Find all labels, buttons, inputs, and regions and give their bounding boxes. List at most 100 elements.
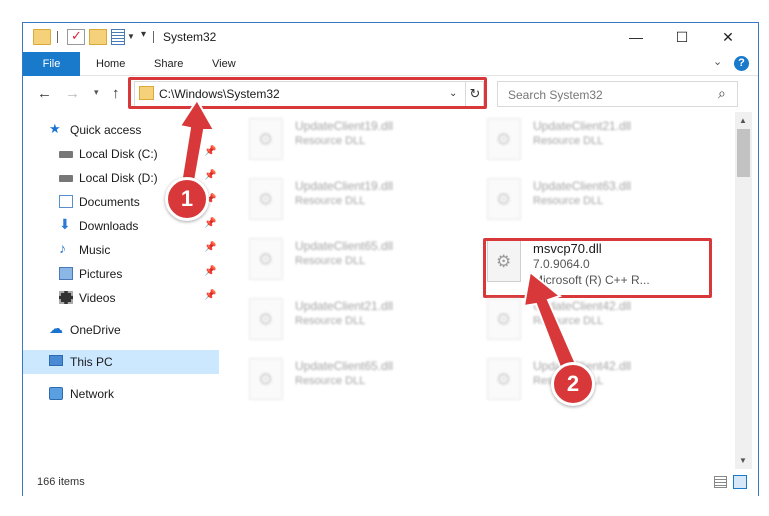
star-icon: ★: [49, 121, 61, 136]
item-count: 166 items: [37, 476, 85, 488]
sidebar-item-music[interactable]: ♪ Music 📌: [23, 238, 219, 262]
dll-file-icon: [249, 238, 283, 280]
sidebar-item-label: This PC: [70, 355, 113, 369]
customize-toolbar-icon[interactable]: [111, 29, 125, 45]
vertical-scrollbar[interactable]: ▲ ▼: [735, 112, 752, 469]
dll-file-icon: [487, 358, 521, 400]
separator: [153, 31, 154, 43]
expand-ribbon-icon[interactable]: ⌄: [713, 55, 722, 68]
disk-icon: [59, 151, 73, 158]
sidebar-item-local-disk-c[interactable]: Local Disk (C:) 📌: [23, 142, 219, 166]
sidebar-item-pictures[interactable]: Pictures 📌: [23, 262, 219, 286]
list-item[interactable]: UpdateClient42.dll Resource DLL: [487, 358, 707, 412]
file-name: UpdateClient65.dll: [295, 239, 394, 253]
up-arrow-icon[interactable]: ↑: [112, 85, 120, 102]
search-placeholder: Search System32: [508, 88, 603, 102]
details-view-icon[interactable]: [714, 476, 727, 488]
file-name: UpdateClient21.dll: [533, 119, 632, 133]
sidebar-item-label: Videos: [79, 291, 116, 305]
file-highlight-box: [483, 238, 712, 298]
file-name: UpdateClient19.dll: [295, 179, 394, 193]
dll-file-icon: [487, 298, 521, 340]
pin-icon[interactable]: 📌: [204, 242, 216, 253]
documents-icon: [59, 195, 73, 208]
list-item[interactable]: UpdateClient63.dll Resource DLL: [487, 178, 707, 232]
sidebar-item-label: Local Disk (D:): [79, 171, 158, 185]
scroll-down-icon[interactable]: ▼: [739, 456, 747, 465]
videos-icon: [59, 291, 73, 304]
forward-arrow-icon[interactable]: →: [65, 85, 80, 102]
back-arrow-icon[interactable]: ←: [37, 85, 52, 102]
file-name: UpdateClient65.dll: [295, 359, 394, 373]
address-highlight-box: [128, 77, 487, 109]
sidebar-item-videos[interactable]: Videos 📌: [23, 286, 219, 310]
file-type: Resource DLL: [533, 315, 604, 327]
tab-file[interactable]: File: [23, 52, 80, 76]
tab-share[interactable]: Share: [154, 52, 183, 76]
large-icons-view-icon[interactable]: [733, 475, 747, 489]
scrollbar-thumb[interactable]: [737, 129, 750, 177]
properties-check-icon[interactable]: [67, 28, 85, 45]
file-type: Resource DLL: [295, 195, 366, 207]
sidebar-item-network[interactable]: Network: [23, 382, 219, 406]
help-icon[interactable]: ?: [734, 56, 749, 71]
list-item[interactable]: UpdateClient21.dll Resource DLL: [249, 298, 469, 352]
sidebar-item-label: Music: [79, 243, 111, 257]
dll-file-icon: [487, 178, 521, 220]
tab-home[interactable]: Home: [96, 52, 125, 76]
file-name: UpdateClient42.dll: [533, 299, 632, 313]
network-icon: [49, 387, 63, 400]
list-item[interactable]: UpdateClient19.dll Resource DLL: [249, 178, 469, 232]
dll-file-icon: [249, 118, 283, 160]
status-bar: 166 items: [23, 469, 758, 496]
dll-file-icon: [487, 118, 521, 160]
tab-view[interactable]: View: [212, 52, 236, 76]
navigation-bar: ← → ▾ ↑ C:\Windows\System32 ⌄ ↻ Search S…: [23, 76, 758, 112]
sidebar-item-this-pc[interactable]: This PC: [23, 350, 219, 374]
pin-icon[interactable]: 📌: [204, 290, 216, 301]
sidebar-item-label: OneDrive: [70, 323, 121, 337]
chevron-down-icon[interactable]: ▼: [127, 32, 135, 41]
sidebar-item-quick-access[interactable]: ★ Quick access: [23, 118, 219, 142]
scroll-up-icon[interactable]: ▲: [739, 116, 747, 125]
sidebar-item-label: Downloads: [79, 219, 139, 233]
close-button[interactable]: ✕: [705, 23, 751, 52]
file-type: Resource DLL: [295, 135, 366, 147]
file-type: Resource DLL: [295, 375, 366, 387]
disk-icon: [59, 175, 73, 182]
file-type: Resource DLL: [533, 195, 604, 207]
title-bar: ▼ ▾ System32 — ☐ ✕: [23, 23, 758, 52]
quick-access-dropdown-icon[interactable]: ▾: [141, 29, 146, 40]
file-type: Resource DLL: [533, 135, 604, 147]
sidebar-item-onedrive[interactable]: ☁ OneDrive: [23, 318, 219, 342]
list-item[interactable]: UpdateClient65.dll Resource DLL: [249, 358, 469, 412]
list-item[interactable]: UpdateClient19.dll Resource DLL: [249, 118, 469, 172]
new-folder-icon[interactable]: [89, 29, 107, 45]
file-type: Resource DLL: [295, 255, 366, 267]
dll-file-icon: [249, 298, 283, 340]
file-list: UpdateClient19.dll Resource DLL UpdateCl…: [219, 112, 735, 469]
list-item[interactable]: UpdateClient42.dll Resource DLL: [487, 298, 707, 352]
download-icon: ⬇: [59, 216, 71, 232]
ribbon-tabs: File Home Share View ⌄ ?: [23, 52, 758, 76]
pin-icon[interactable]: 📌: [204, 146, 216, 157]
folder-icon[interactable]: [33, 29, 51, 45]
minimize-button[interactable]: —: [613, 23, 659, 52]
maximize-button[interactable]: ☐: [659, 23, 705, 52]
pin-icon[interactable]: 📌: [204, 218, 216, 229]
cloud-icon: ☁: [49, 320, 63, 336]
recent-locations-chevron-icon[interactable]: ▾: [94, 87, 99, 98]
separator: [57, 31, 58, 43]
search-input[interactable]: Search System32 ⌕: [497, 81, 738, 107]
file-type: Resource DLL: [295, 315, 366, 327]
pin-icon[interactable]: 📌: [204, 170, 216, 181]
list-item[interactable]: UpdateClient21.dll Resource DLL: [487, 118, 707, 172]
file-explorer-window: ▼ ▾ System32 — ☐ ✕ File Home Share View …: [22, 22, 759, 496]
pin-icon[interactable]: 📌: [204, 266, 216, 277]
step-badge-2: 2: [551, 362, 595, 406]
step-badge-1: 1: [165, 177, 209, 221]
search-icon[interactable]: ⌕: [718, 85, 726, 102]
pc-icon: [49, 355, 63, 366]
list-item[interactable]: UpdateClient65.dll Resource DLL: [249, 238, 469, 292]
sidebar-item-label: Documents: [79, 195, 140, 209]
